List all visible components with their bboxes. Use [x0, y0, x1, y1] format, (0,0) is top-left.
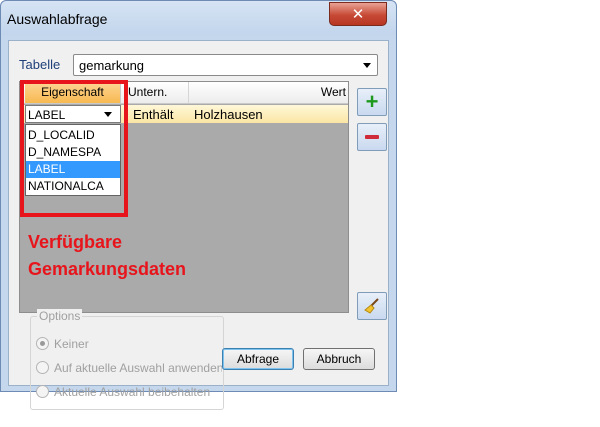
highlight-annotation-box [20, 80, 128, 217]
options-group: Options Keiner Auf aktuelle Auswahl anwe… [30, 309, 224, 410]
annotation-line-2: Gemarkungsdaten [28, 259, 187, 279]
radio-keep-selection[interactable]: Aktuelle Auswahl beibehalten [36, 384, 222, 400]
radio-button[interactable] [36, 385, 49, 398]
close-icon: ✕ [351, 6, 365, 23]
add-criterion-button[interactable]: + [357, 88, 387, 116]
options-legend: Options [37, 309, 83, 323]
close-button[interactable]: ✕ [329, 2, 387, 26]
radio-label: Keiner [54, 337, 89, 351]
clear-criteria-button[interactable] [357, 292, 387, 320]
radio-label: Aktuelle Auswahl beibehalten [54, 385, 211, 399]
row-value[interactable]: Holzhausen [194, 107, 263, 122]
row-operator[interactable]: Enthält [133, 107, 173, 122]
title-bar[interactable]: Auswahlabfrage ✕ [1, 1, 396, 35]
chevron-down-icon [363, 63, 371, 68]
broom-icon [364, 298, 379, 314]
table-select[interactable]: gemarkung [73, 54, 378, 76]
table-label: Tabelle [19, 57, 61, 72]
table-select-value: gemarkung [79, 58, 145, 73]
remove-criterion-button[interactable] [357, 123, 387, 151]
radio-button[interactable] [36, 361, 49, 374]
radio-label: Auf aktuelle Auswahl anwenden [54, 361, 222, 375]
annotation-line-1: Verfügbare [28, 232, 123, 252]
query-button[interactable]: Abfrage [222, 348, 294, 370]
cancel-button[interactable]: Abbruch [303, 348, 375, 370]
radio-apply-to-selection[interactable]: Auf aktuelle Auswahl anwenden [36, 360, 222, 376]
column-header-operator[interactable]: Untern. [122, 82, 189, 103]
window-title: Auswahlabfrage [7, 11, 108, 27]
column-header-value[interactable]: Wert [190, 82, 348, 103]
radio-none[interactable]: Keiner [36, 336, 222, 352]
radio-button[interactable] [36, 337, 49, 350]
plus-icon: + [365, 89, 379, 114]
minus-icon [365, 135, 379, 139]
